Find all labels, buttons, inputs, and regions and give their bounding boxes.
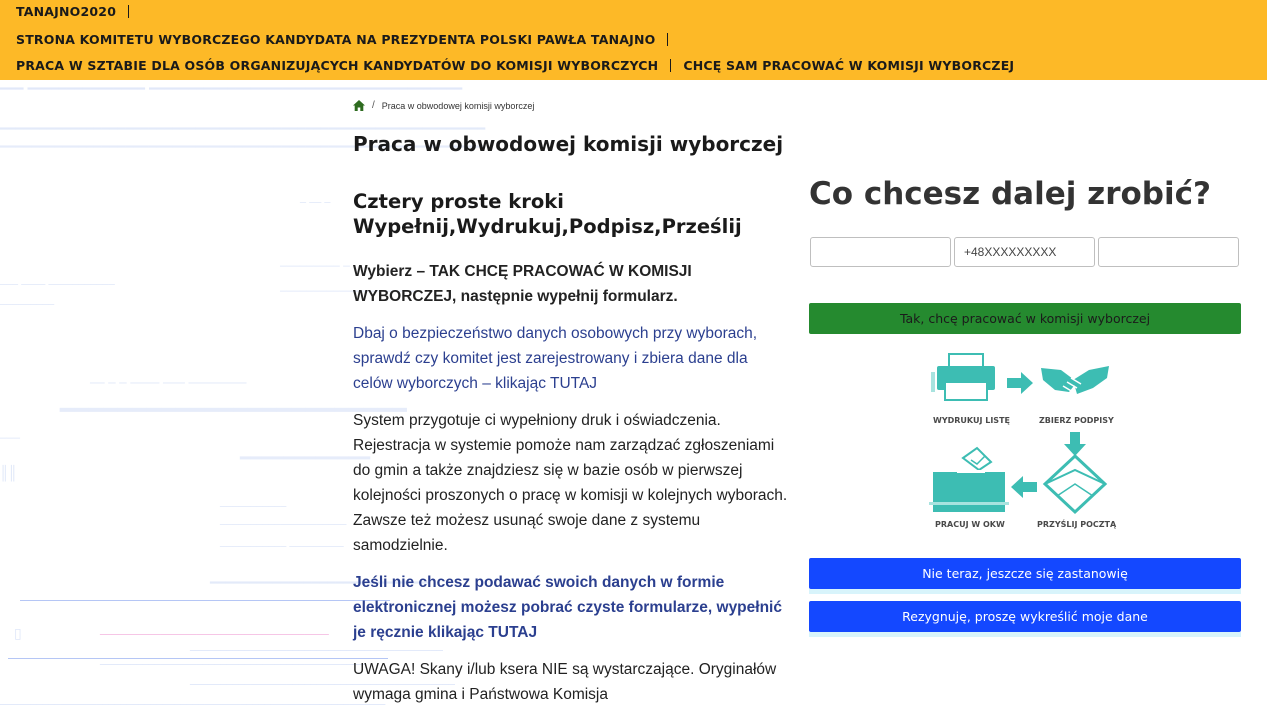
top-navigation-bar: TANAJNO2020 STRONA KOMITETU WYBORCZEGO K…	[0, 0, 1267, 80]
button-shadow	[809, 589, 1241, 594]
not-now-button[interactable]: Nie teraz, jeszcze się zastanowię	[809, 558, 1241, 589]
nav-divider	[128, 5, 130, 18]
nav-row-brand: TANAJNO2020	[16, 4, 141, 19]
panel-title: Co chcesz dalej zrobić?	[809, 176, 1211, 212]
handshake-icon	[1041, 366, 1109, 394]
four-steps-illustration: WYDRUKUJ LISTĘ ZBIERZ PODPISY PRACUJ W O…	[927, 352, 1123, 537]
contact-inputs	[810, 237, 1239, 267]
breadcrumb-current: Praca w obwodowej komisji wyborczej	[381, 100, 535, 111]
arrow-down-icon	[1064, 432, 1086, 456]
printer-icon	[931, 353, 995, 401]
steps-heading: Cztery proste kroki Wypełnij,Wydrukuj,Po…	[353, 189, 788, 239]
paper-forms-link[interactable]: Jeśli nie chcesz podawać swoich danych w…	[353, 570, 788, 645]
main-content: Cztery proste kroki Wypełnij,Wydrukuj,Po…	[353, 189, 788, 707]
committee-link[interactable]: STRONA KOMITETU WYBORCZEGO KANDYDATA NA …	[16, 32, 655, 47]
breadcrumb-separator: /	[372, 100, 375, 111]
steps-heading-line1: Cztery proste kroki	[353, 190, 564, 213]
staff-work-link[interactable]: PRACA W SZTABIE DLA OSÓB ORGANIZUJĄCYCH …	[16, 58, 658, 73]
nav-row-committee: STRONA KOMITETU WYBORCZEGO KANDYDATA NA …	[16, 32, 680, 47]
privacy-check-link[interactable]: Dbaj o bezpieczeństwo danych osobowych p…	[353, 321, 788, 396]
envelope-icon	[1042, 453, 1108, 515]
step-label-sign: ZBIERZ PODPISY	[1039, 416, 1114, 425]
phone-input[interactable]	[954, 237, 1095, 267]
nav-row-work: PRACA W SZTABIE DLA OSÓB ORGANIZUJĄCYCH …	[16, 58, 1014, 73]
step-label-mail: PRZYŚLIJ POCZTĄ	[1037, 520, 1117, 529]
brand-link[interactable]: TANAJNO2020	[16, 4, 116, 19]
name-input[interactable]	[810, 237, 951, 267]
breadcrumb: / Praca w obwodowej komisji wyborczej	[353, 100, 534, 111]
page-title: Praca w obwodowej komisji wyborczej	[353, 132, 784, 156]
action-panel: Co chcesz dalej zrobić? Tak, chcę pracow…	[809, 176, 1241, 637]
warning-text: UWAGA! Skany i/lub ksera NIE są wystarcz…	[353, 661, 777, 703]
arrow-left-icon	[1011, 476, 1037, 498]
steps-diagram	[929, 353, 1109, 515]
lead-instruction: Wybierz – TAK CHCĘ PRACOWAĆ W KOMISJI WY…	[353, 263, 692, 305]
arrow-right-icon	[1007, 372, 1033, 394]
nav-divider	[667, 33, 669, 46]
email-input[interactable]	[1098, 237, 1239, 267]
home-icon[interactable]	[353, 100, 365, 111]
step-label-work: PRACUJ W OKW	[935, 520, 1005, 529]
yes-work-button[interactable]: Tak, chcę pracować w komisji wyborczej	[809, 303, 1241, 334]
self-work-link[interactable]: CHCĘ SAM PRACOWAĆ W KOMISJI WYBORCZEJ	[683, 58, 1014, 73]
resign-button[interactable]: Rezygnuję, proszę wykreślić moje dane	[809, 601, 1241, 632]
system-description: System przygotuje ci wypełniony druk i o…	[353, 412, 788, 554]
button-shadow	[809, 632, 1241, 637]
steps-heading-line2: Wypełnij,Wydrukuj,Podpisz,Prześlij	[353, 215, 742, 238]
ballot-box-icon	[929, 446, 1009, 512]
step-label-print: WYDRUKUJ LISTĘ	[933, 416, 1010, 425]
nav-divider	[670, 59, 672, 72]
